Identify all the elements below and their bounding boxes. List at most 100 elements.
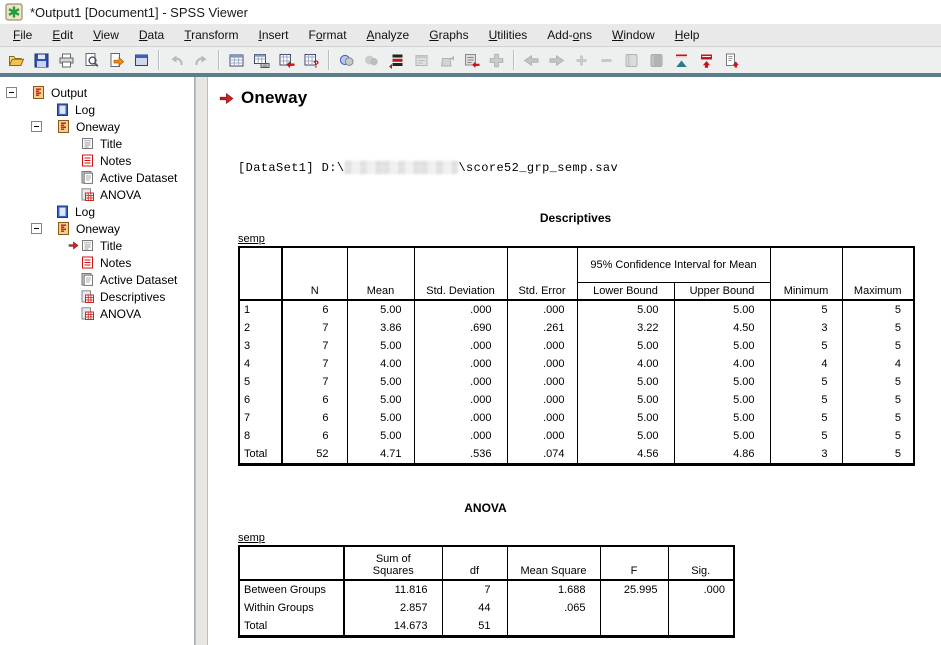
tree-item-output-0[interactable]: Output — [0, 84, 194, 101]
value-cell: 3 — [770, 319, 842, 337]
menu-window[interactable]: Window — [602, 25, 665, 45]
menu-file[interactable]: File — [3, 25, 42, 45]
value-cell: .065 — [507, 599, 600, 617]
value-cell: 4 — [770, 355, 842, 373]
value-cell: .000 — [507, 427, 577, 445]
demote-icon[interactable] — [719, 49, 744, 71]
tree-item-label: Active Dataset — [100, 171, 177, 185]
goto-data-icon[interactable] — [224, 49, 249, 71]
anova-title: ANOVA — [238, 501, 733, 515]
menu-format[interactable]: Format — [299, 25, 357, 45]
menu-insert[interactable]: Insert — [248, 25, 298, 45]
expand-output-icon[interactable] — [569, 49, 594, 71]
tree-item-oneway-8[interactable]: Oneway — [0, 220, 194, 237]
hide-output-icon[interactable] — [644, 49, 669, 71]
goto-case-icon[interactable] — [249, 49, 274, 71]
value-cell: 5.00 — [577, 391, 674, 409]
insert-page-break-icon[interactable] — [484, 49, 509, 71]
tree-item-log-7[interactable]: Log — [0, 203, 194, 220]
print-preview-icon[interactable] — [79, 49, 104, 71]
print-icon[interactable] — [54, 49, 79, 71]
next-item-icon[interactable] — [544, 49, 569, 71]
promote-icon[interactable] — [694, 49, 719, 71]
tree-item-active-dataset-5[interactable]: Active Dataset — [0, 169, 194, 186]
tree-item-title-9[interactable]: Title — [0, 237, 194, 254]
table-icon — [80, 289, 95, 304]
anova-table[interactable]: Sum of Squares df Mean Square F Sig. Bet… — [238, 545, 735, 638]
tree-item-anova-13[interactable]: ANOVA — [0, 305, 194, 322]
save-icon[interactable] — [29, 49, 54, 71]
tree-item-anova-6[interactable]: ANOVA — [0, 186, 194, 203]
expander-minus-icon[interactable] — [6, 87, 17, 98]
menu-analyze[interactable]: Analyze — [357, 25, 420, 45]
menu-view[interactable]: View — [83, 25, 129, 45]
table-row: 765.00.000.0005.005.0055 — [239, 409, 914, 427]
expander-minus-icon[interactable] — [31, 223, 42, 234]
row-label-cell: Within Groups — [239, 599, 344, 617]
pane-splitter[interactable] — [195, 77, 208, 645]
insert-title-icon[interactable] — [434, 49, 459, 71]
menu-graphs[interactable]: Graphs — [419, 25, 478, 45]
select-last-output-icon[interactable] — [334, 49, 359, 71]
log-icon — [55, 102, 70, 117]
value-cell: 4.00 — [347, 355, 414, 373]
insert-text-icon[interactable] — [459, 49, 484, 71]
previous-item-icon[interactable] — [519, 49, 544, 71]
tree-item-label: Notes — [100, 256, 131, 270]
toolbar-separator — [158, 50, 160, 70]
value-cell: .000 — [507, 355, 577, 373]
value-cell: .690 — [414, 319, 507, 337]
row-label-cell: 1 — [239, 300, 282, 319]
value-cell: .261 — [507, 319, 577, 337]
menu-utilities[interactable]: Utilities — [479, 25, 538, 45]
menu-edit[interactable]: Edit — [42, 25, 83, 45]
value-cell: 5 — [842, 427, 914, 445]
dataset-icon — [80, 272, 95, 287]
variable-info-icon[interactable]: ? — [299, 49, 324, 71]
value-cell: 5 — [842, 319, 914, 337]
collapse-output-icon[interactable] — [594, 49, 619, 71]
row-label-cell: 8 — [239, 427, 282, 445]
value-cell: .000 — [507, 300, 577, 319]
open-icon[interactable] — [4, 49, 29, 71]
tree-item-title-3[interactable]: Title — [0, 135, 194, 152]
tree-item-notes-10[interactable]: Notes — [0, 254, 194, 271]
value-cell — [668, 617, 734, 637]
notes-icon — [80, 153, 95, 168]
value-cell: .000 — [507, 373, 577, 391]
value-cell: 14.673 — [344, 617, 442, 637]
tree-item-descriptives-12[interactable]: Descriptives — [0, 288, 194, 305]
recall-dialogs-icon[interactable] — [129, 49, 154, 71]
row-label-cell: 4 — [239, 355, 282, 373]
tree-item-oneway-2[interactable]: Oneway — [0, 118, 194, 135]
table-row: 665.00.000.0005.005.0055 — [239, 391, 914, 409]
toolbar-separator — [218, 50, 220, 70]
use-sets-icon[interactable] — [384, 49, 409, 71]
tree-indent — [0, 109, 55, 110]
tree-item-label: Oneway — [76, 120, 120, 134]
expander-minus-icon[interactable] — [31, 121, 42, 132]
tree-item-label: Title — [100, 137, 122, 151]
tree-item-notes-4[interactable]: Notes — [0, 152, 194, 169]
menu-data[interactable]: Data — [129, 25, 174, 45]
export-icon[interactable] — [104, 49, 129, 71]
insert-heading-icon[interactable] — [409, 49, 434, 71]
output-pane: Oneway [DataSet1] D:\▒░▒░▒▒░▒░▒▒░▒░▒\sco… — [208, 77, 941, 645]
tree-item-label: Active Dataset — [100, 273, 177, 287]
menu-transform[interactable]: Transform — [174, 25, 248, 45]
tree-item-active-dataset-11[interactable]: Active Dataset — [0, 271, 194, 288]
undo-icon[interactable] — [164, 49, 189, 71]
menu-add-ons[interactable]: Add-ons — [537, 25, 602, 45]
menu-help[interactable]: Help — [665, 25, 710, 45]
variables-icon[interactable] — [274, 49, 299, 71]
collapse-outline-icon[interactable] — [669, 49, 694, 71]
redo-icon[interactable] — [189, 49, 214, 71]
show-output-icon[interactable] — [619, 49, 644, 71]
tree-item-log-1[interactable]: Log — [0, 101, 194, 118]
table-row: 375.00.000.0005.005.0055 — [239, 337, 914, 355]
tree-indent — [0, 177, 80, 178]
descriptives-table[interactable]: N Mean Std. Deviation Std. Error 95% Con… — [238, 246, 915, 466]
designate-window-icon[interactable] — [359, 49, 384, 71]
value-cell: 5.00 — [674, 427, 770, 445]
value-cell: 5.00 — [674, 373, 770, 391]
